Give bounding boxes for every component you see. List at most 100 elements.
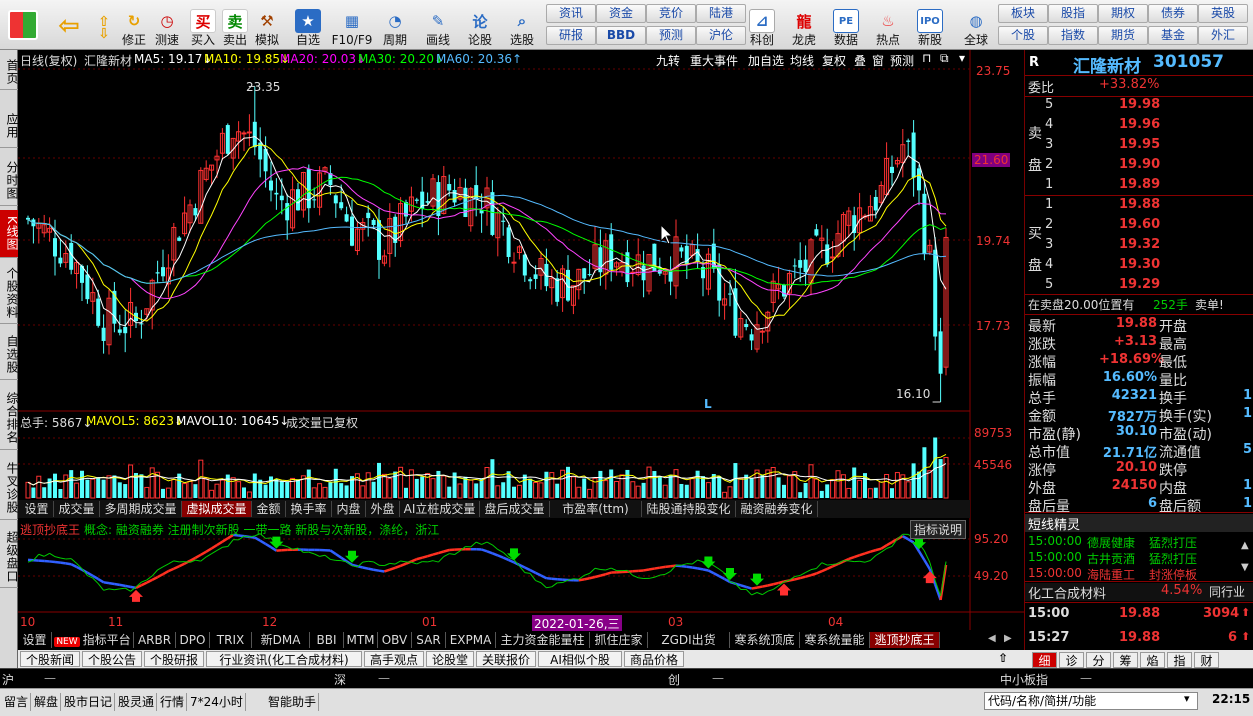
taskbar-item-6[interactable]: 智能助手 bbox=[266, 693, 320, 711]
indicator-tab-14[interactable]: 寒系统顶底 bbox=[730, 632, 800, 648]
code-search-input[interactable]: 代码/名称/简拼/功能 bbox=[984, 692, 1198, 710]
refresh-button[interactable]: ↻ 修正 bbox=[119, 3, 149, 48]
news-tab-7[interactable]: AI相似个股 bbox=[538, 651, 622, 667]
left-tab-ranking[interactable]: 综合排名 bbox=[0, 386, 19, 450]
collapse-up-icon[interactable]: ⇧ bbox=[998, 651, 1008, 665]
volume-tab-3[interactable]: 虚拟成交量 bbox=[182, 501, 252, 517]
indicator-tab-1[interactable]: NEW 指标平台 bbox=[52, 632, 134, 648]
detail-tab-1[interactable]: 诊 bbox=[1059, 652, 1084, 668]
indicator-tab-2[interactable]: ARBR bbox=[134, 632, 176, 648]
chart-canvas[interactable] bbox=[18, 50, 1024, 630]
volume-tab-5[interactable]: 换手率 bbox=[286, 501, 332, 517]
sector-name[interactable]: 化工合成材料 bbox=[1028, 583, 1106, 602]
indicator-tab-10[interactable]: EXPMA bbox=[446, 632, 496, 648]
grid-stocks[interactable]: 个股 bbox=[998, 26, 1048, 45]
tool-forecast[interactable]: 预测 bbox=[890, 52, 914, 69]
indicator-tab-9[interactable]: SAR bbox=[412, 632, 446, 648]
news-tab-2[interactable]: 个股研报 bbox=[144, 651, 204, 667]
indicator-explain-button[interactable]: 指标说明 bbox=[910, 520, 967, 539]
elf-scroll-up-icon[interactable]: ▲ bbox=[1241, 540, 1249, 551]
news-tab-6[interactable]: 关联报价 bbox=[476, 651, 536, 667]
buy-button[interactable]: 买买入 bbox=[188, 3, 218, 48]
indicator-tab-6[interactable]: BBI bbox=[310, 632, 344, 648]
detail-tab-3[interactable]: 筹 bbox=[1113, 652, 1138, 668]
detail-tab-2[interactable]: 分 bbox=[1086, 652, 1111, 668]
tabs-scroll-left-icon[interactable]: ◀ bbox=[988, 633, 996, 644]
grid-forex[interactable]: 外汇 bbox=[1198, 26, 1248, 45]
grid-auction[interactable]: 竞价 bbox=[646, 4, 696, 23]
discuss-button[interactable]: 论论股 bbox=[463, 3, 497, 48]
left-tab-intraday[interactable]: 分时图 bbox=[0, 156, 19, 206]
draw-line-button[interactable]: ✎ 画线 bbox=[420, 3, 456, 48]
volume-tab-4[interactable]: 金额 bbox=[252, 501, 286, 517]
kechuang-button[interactable]: ⊿ 科创 bbox=[744, 3, 780, 48]
left-tab-watchlist[interactable]: 自选股 bbox=[0, 330, 19, 380]
taskbar-item-4[interactable]: 行情 bbox=[158, 693, 188, 711]
news-tab-8[interactable]: 商品价格 bbox=[624, 651, 684, 667]
taskbar-item-5[interactable]: 7*24小时 bbox=[188, 693, 246, 711]
news-tab-5[interactable]: 论股堂 bbox=[426, 651, 474, 667]
volume-tab-11[interactable]: 陆股通持股变化 bbox=[642, 501, 736, 517]
tabs-scroll-right-icon[interactable]: ▶ bbox=[1004, 633, 1012, 644]
indicator-tab-15[interactable]: 寒系统量能 bbox=[800, 632, 870, 648]
indicator-tab-12[interactable]: 抓住庄家 bbox=[590, 632, 648, 648]
volume-tab-10[interactable]: 市盈率(ttm) bbox=[550, 501, 642, 517]
tool-jiuzhuan[interactable]: 九转 bbox=[656, 52, 680, 69]
lock-icon[interactable]: ⊓ bbox=[922, 51, 931, 65]
detail-tab-0[interactable]: 细 bbox=[1032, 652, 1057, 668]
tool-ma[interactable]: 均线 bbox=[790, 52, 814, 69]
data-button[interactable]: PE 数据 bbox=[828, 3, 864, 48]
search-dropdown-icon[interactable]: ▾ bbox=[1184, 692, 1190, 705]
volume-tab-0[interactable]: 设置 bbox=[20, 501, 54, 517]
left-tab-super-order[interactable]: 超级盘口 bbox=[0, 526, 19, 588]
detail-tab-6[interactable]: 财 bbox=[1194, 652, 1219, 668]
status-cy-label[interactable]: 创 bbox=[668, 671, 680, 688]
speed-test-button[interactable]: ◷ 测速 bbox=[152, 3, 182, 48]
back-button[interactable]: ⇦ bbox=[52, 3, 86, 48]
period-button[interactable]: ◔ 周期 bbox=[377, 3, 413, 48]
grid-news[interactable]: 资讯 bbox=[546, 4, 596, 23]
volume-tab-2[interactable]: 多周期成交量 bbox=[100, 501, 182, 517]
grid-futures[interactable]: 期货 bbox=[1098, 26, 1148, 45]
ipo-button[interactable]: IPO 新股 bbox=[912, 3, 948, 48]
dropdown-icon[interactable]: ▾ bbox=[959, 51, 965, 65]
tool-major-events[interactable]: 重大事件 bbox=[690, 52, 738, 69]
volume-tab-9[interactable]: 盘后成交量 bbox=[480, 501, 550, 517]
tool-window[interactable]: 窗 bbox=[872, 52, 884, 69]
grid-bonds[interactable]: 债券 bbox=[1148, 4, 1198, 23]
grid-hk-connect[interactable]: 陆港 bbox=[696, 4, 746, 23]
simulate-button[interactable]: ⚒ 模拟 bbox=[252, 3, 282, 48]
status-zx-label[interactable]: 中小板指 bbox=[1000, 671, 1048, 688]
volume-tab-1[interactable]: 成交量 bbox=[54, 501, 100, 517]
left-tab-kline[interactable]: K线图 bbox=[0, 210, 19, 258]
news-tab-0[interactable]: 个股新闻 bbox=[20, 651, 80, 667]
taskbar-item-1[interactable]: 解盘 bbox=[32, 693, 62, 711]
kline-chart-area[interactable]: 日线(复权) 汇隆新材 MA5: 19.17↓ MA10: 19.85↓ MA2… bbox=[18, 50, 1024, 632]
news-tab-4[interactable]: 高手观点 bbox=[364, 651, 424, 667]
watchlist-button[interactable]: ★ 自选 bbox=[290, 3, 326, 48]
grid-sector[interactable]: 板块 bbox=[998, 4, 1048, 23]
taskbar-item-2[interactable]: 股市日记 bbox=[62, 693, 116, 711]
indicator-tab-8[interactable]: OBV bbox=[378, 632, 412, 648]
indicator-tab-4[interactable]: TRIX bbox=[210, 632, 252, 648]
copy-icon[interactable]: ⧉ bbox=[940, 51, 949, 66]
dragon-tiger-button[interactable]: 龍龙虎 bbox=[786, 3, 822, 48]
grid-index-futures[interactable]: 股指 bbox=[1048, 4, 1098, 23]
grid-funds[interactable]: 资金 bbox=[596, 4, 646, 23]
tool-restore-rights[interactable]: 复权 bbox=[822, 52, 846, 69]
detail-tab-4[interactable]: 焰 bbox=[1140, 652, 1165, 668]
indicator-tab-3[interactable]: DPO bbox=[176, 632, 210, 648]
left-tab-profile[interactable]: 个股资料 bbox=[0, 262, 19, 324]
tool-overlay[interactable]: 叠 bbox=[854, 52, 866, 69]
grid-options[interactable]: 期权 bbox=[1098, 4, 1148, 23]
volume-tab-7[interactable]: 外盘 bbox=[366, 501, 400, 517]
same-industry-link[interactable]: 同行业 bbox=[1209, 583, 1245, 600]
taskbar-item-3[interactable]: 股灵通 bbox=[116, 693, 158, 711]
grid-uk-stocks[interactable]: 英股 bbox=[1198, 4, 1248, 23]
grid-shanghai-london[interactable]: 沪伦 bbox=[696, 26, 746, 45]
elf-name-0[interactable]: 德展健康 bbox=[1087, 534, 1135, 551]
hot-button[interactable]: ♨ 热点 bbox=[870, 3, 906, 48]
up-down-button[interactable]: ⇧ ⇩ bbox=[90, 3, 118, 48]
windows-button[interactable] bbox=[4, 3, 42, 48]
sell-button[interactable]: 卖卖出 bbox=[220, 3, 250, 48]
